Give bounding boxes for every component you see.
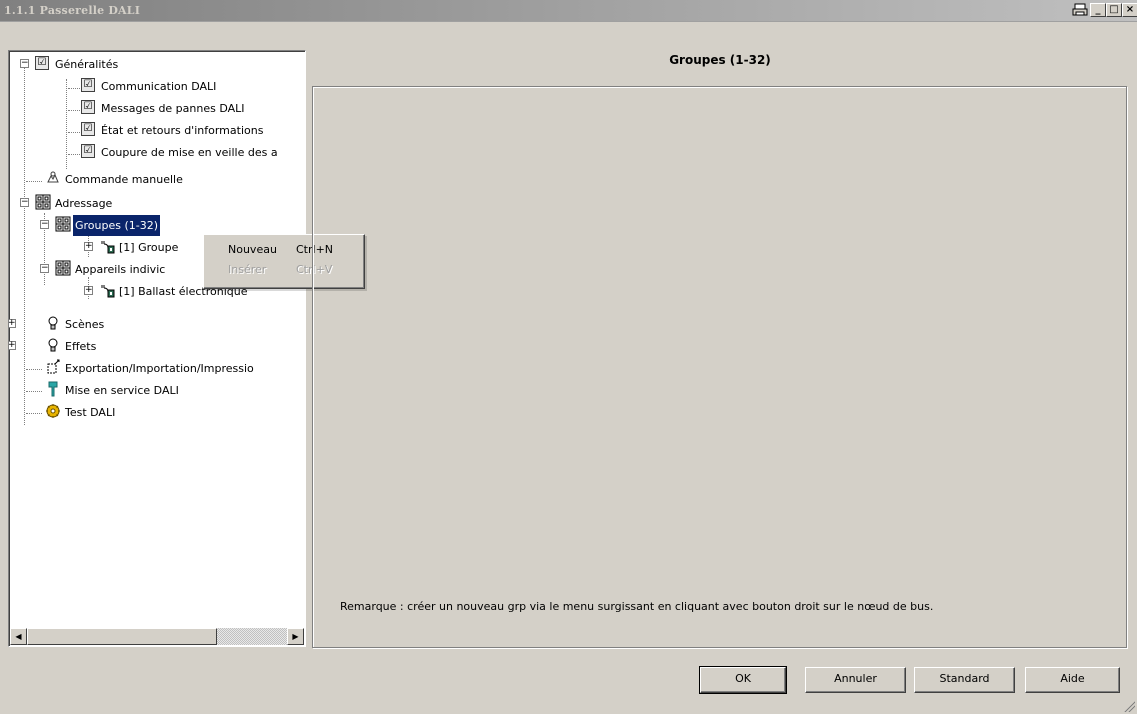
collapse-icon[interactable]: − (20, 198, 29, 207)
hand-icon (45, 170, 61, 186)
tree-item-export[interactable]: Exportation/Importation/Impressio (9, 358, 305, 377)
grid-icon (55, 216, 71, 232)
expand-icon[interactable]: + (84, 242, 93, 251)
tree-item-label: Appareils indivic (75, 263, 166, 276)
expand-icon[interactable]: + (9, 319, 16, 328)
menu-item-label: Insérer (228, 263, 267, 276)
tree-item-label: Test DALI (65, 406, 116, 419)
checklist-icon: ☑ (81, 144, 95, 158)
tree-item-label: Généralités (55, 58, 119, 71)
tree-item-label: Effets (65, 340, 97, 353)
bulb-icon (45, 337, 61, 353)
menu-item-label: Nouveau (228, 243, 277, 256)
scroll-track[interactable] (217, 628, 287, 645)
scroll-right-button[interactable]: ▶ (287, 628, 304, 645)
help-button[interactable]: Aide (1025, 667, 1120, 693)
export-icon (45, 359, 61, 375)
navigation-tree[interactable]: − ☑ Généralités ☑ Communication DALI ☑ M… (8, 50, 306, 647)
tree-item-label: Communication DALI (101, 80, 217, 93)
ok-button[interactable]: OK (699, 666, 787, 694)
collapse-icon[interactable]: − (20, 59, 29, 68)
page-title: Groupes (1-32) (669, 53, 771, 67)
gear-icon (45, 403, 61, 419)
close-button[interactable]: × (1122, 3, 1137, 17)
checklist-icon: ☑ (81, 78, 95, 92)
tree-item-label: Coupure de mise en veille des a (101, 146, 278, 159)
tree-item-label: Scènes (65, 318, 105, 331)
checklist-icon: ☑ (81, 100, 95, 114)
window-title: 1.1.1 Passerelle DALI (4, 4, 141, 17)
tree-item-coupure-veille[interactable]: ☑ Coupure de mise en veille des a (9, 142, 305, 161)
checklist-icon: ☑ (35, 56, 49, 70)
tree-item-mise-en-service[interactable]: Mise en service DALI (9, 380, 305, 399)
collapse-icon[interactable]: − (40, 220, 49, 229)
expand-icon[interactable]: + (9, 341, 16, 350)
scroll-left-button[interactable]: ◀ (10, 628, 27, 645)
tree-item-label: Groupes (1-32) (73, 215, 161, 236)
cancel-button[interactable]: Annuler (805, 667, 906, 693)
tree-item-commande-manuelle[interactable]: Commande manuelle (9, 169, 305, 188)
lamp-device-icon (99, 238, 115, 254)
tree-item-label: Exportation/Importation/Impressio (65, 362, 254, 375)
tree-item-label: Mise en service DALI (65, 384, 179, 397)
tree-item-effets[interactable]: + Effets (9, 336, 305, 355)
minimize-button[interactable]: _ (1090, 3, 1106, 17)
grid-icon (55, 260, 71, 276)
bulb-icon (45, 315, 61, 331)
grid-icon (35, 194, 51, 210)
tree-item-label: Messages de pannes DALI (101, 102, 245, 115)
collapse-icon[interactable]: − (40, 264, 49, 273)
tree-item-messages-pannes[interactable]: ☑ Messages de pannes DALI (9, 98, 305, 117)
tree-item-scenes[interactable]: + Scènes (9, 314, 305, 333)
tree-item-label: État et retours d'informations (101, 124, 264, 137)
tree-item-communication-dali[interactable]: ☑ Communication DALI (9, 76, 305, 95)
tree-item-label: [1] Groupe (119, 241, 179, 254)
tree-item-adressage[interactable]: − Adressage (9, 193, 305, 212)
horizontal-scrollbar[interactable]: ◀ ▶ (10, 628, 304, 645)
checklist-icon: ☑ (81, 122, 95, 136)
tree-item-label: Adressage (55, 197, 113, 210)
tree-item-label: Commande manuelle (65, 173, 183, 186)
tree-item-generalites[interactable]: − ☑ Généralités (9, 54, 305, 73)
tree-item-test-dali[interactable]: Test DALI (9, 402, 305, 421)
title-bar: 1.1.1 Passerelle DALI _ □ × (0, 0, 1137, 22)
standard-button[interactable]: Standard (914, 667, 1015, 693)
scroll-thumb[interactable] (27, 628, 217, 645)
content-frame (312, 86, 1127, 648)
lamp-device-icon (99, 282, 115, 298)
remark-text: Remarque : créer un nouveau grp via le m… (340, 600, 934, 613)
printer-icon[interactable] (1072, 3, 1088, 17)
tree-item-groupes[interactable]: − Groupes (1-32) (9, 215, 305, 236)
resize-grip-icon[interactable] (1123, 700, 1135, 712)
wrench-icon (45, 381, 61, 397)
expand-icon[interactable]: + (84, 286, 93, 295)
maximize-button[interactable]: □ (1106, 3, 1122, 17)
tree-item-etat-retours[interactable]: ☑ État et retours d'informations (9, 120, 305, 139)
